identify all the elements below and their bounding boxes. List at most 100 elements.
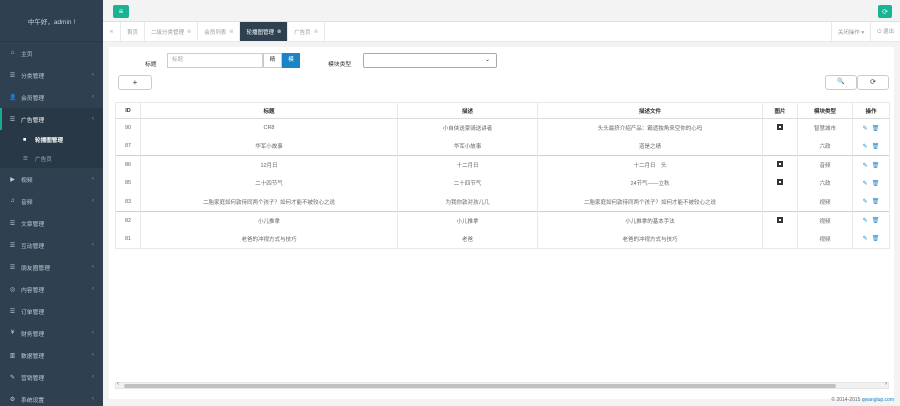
cell-image [762,174,798,193]
sidebar-item-video[interactable]: ▶ 视频 ‹ [0,168,103,190]
footer-link[interactable]: qwanglup.com [862,397,894,403]
column-header[interactable]: 描述文件 [537,102,763,119]
scroll-right-icon[interactable]: › [885,381,887,387]
cell-id: 87 [115,137,141,156]
topbar: ≡ ⟳ [103,0,900,22]
table-row[interactable]: 85 二十四节气 二十四节气 24节气——立秋 六政 ✎ 🗑 [115,174,890,193]
close-icon[interactable]: ⊗ [277,29,281,35]
tab-1[interactable]: 二级分类管理 ⊗ [145,22,199,41]
table-row[interactable]: 82 小儿推拿 小儿推拿 小儿推拿的基本手法 视频 ✎ 🗑 [115,210,890,230]
sidebar-item-finance[interactable]: ¥ 财务管理 ‹ [0,322,103,344]
edit-icon[interactable]: ✎ [863,126,868,132]
title-input[interactable]: 标题 [167,53,263,68]
image-icon[interactable] [777,161,783,167]
edit-icon[interactable]: ✎ [863,218,868,224]
submenu-item-0[interactable]: ■ 轮播图管理 [0,130,103,149]
cell-file: 头头最挤介绍产品：霸遗独角来空你的心吗 [537,118,763,137]
exact-search-button[interactable]: 精 [263,53,282,68]
image-icon[interactable] [777,179,783,186]
tab-4[interactable]: 广告页 ⊗ [288,22,325,41]
submenu-item-label: 广告页 [35,156,52,163]
horizontal-scrollbar[interactable]: ‹ › [115,381,889,389]
chevron-left-icon: ‹ [92,72,94,78]
refresh-icon: ⟳ [882,9,888,16]
column-header[interactable]: 标题 [140,102,398,119]
sidebar-item-settings[interactable]: ⚙ 系统设置 ‹ [0,388,103,406]
sidebar-item-interact[interactable]: ☰ 互动管理 ‹ [0,234,103,256]
image-icon[interactable] [777,216,783,223]
table-search-button[interactable]: 🔍 [825,75,857,90]
delete-icon[interactable]: 🗑 [872,181,880,187]
sidebar-item-audio[interactable]: ♫ 音频 ‹ [0,190,103,212]
table-row[interactable]: 90 CR8 小自侠送豪骑送讲者 头头最挤介绍产品：霸遗独角来空你的心吗 智慧城市 ✎ 🗑 [115,118,890,137]
refresh-page-button[interactable]: ⟳ [878,5,892,18]
edit-icon[interactable]: ✎ [863,199,868,205]
logout-button[interactable]: ⏻ 退出 [870,22,900,41]
close-icon[interactable]: ⊗ [187,29,191,35]
edit-icon[interactable]: ✎ [863,144,868,150]
image-icon[interactable] [777,124,783,130]
delete-icon[interactable]: 🗑 [872,199,880,205]
edit-icon[interactable]: ✎ [863,181,868,187]
submenu: ■ 轮播图管理 ☰ 广告页 [0,130,103,168]
sidebar-item-label: 文章管理 [21,221,45,228]
cell-actions: ✎ 🗑 [852,137,890,156]
table-row[interactable]: 83 二胎家庭如何敦待同两个孩子？如何才能不被较心之说 为我你敦对孩儿几 二胎家庭如何… [115,192,890,211]
table-row[interactable]: 87 华军小故事 华军小故事 道是之绩 六政 ✎ 🗑 [115,137,890,156]
table-row[interactable]: 86 12月日 十二月日 十二月日 头音频 ✎ 🗑 [115,155,890,174]
table-refresh-button[interactable]: ⟳ [857,75,889,90]
data-table: ID 标题 描述 描述文件 图片 模块类型 操作 90 CR8 小自侠送豪骑送讲者 头头最挤介绍产… [115,102,890,249]
submenu-item-label: 轮播图管理 [35,137,63,144]
cell-image [762,137,798,156]
sidebar-item-label: 财务管理 [21,331,45,338]
sidebar-item-article[interactable]: ☰ 文章管理 [0,212,103,234]
delete-icon[interactable]: 🗑 [872,126,880,132]
sidebar-item-ad[interactable]: ☰ 广告管理 ‹ [0,108,103,130]
column-header[interactable]: 描述 [397,102,538,119]
moments-icon: ☰ [9,264,16,271]
table-row[interactable]: 81 老爸的冲视方式与技巧 老爸 老爸的冲视方式与技巧 视频 ✎ 🗑 [115,229,890,249]
sidebar-item-moments[interactable]: ☰ 朋友圈管理 ‹ [0,256,103,278]
sidebar-item-label: 互动管理 [21,243,45,250]
tab-3[interactable]: 轮播图管理 ⊗ [240,22,289,41]
tab-0[interactable]: 首页 [121,22,146,41]
delete-icon[interactable]: 🗑 [872,144,880,150]
close-icon[interactable]: ⊗ [314,29,318,35]
sidebar-item-marketing[interactable]: ✎ 营销管理 ‹ [0,366,103,388]
column-header[interactable]: 操作 [852,102,890,119]
delete-icon[interactable]: 🗑 [872,218,880,224]
close-icon[interactable]: ⊗ [229,29,233,35]
cell-type: 音频 [797,155,853,174]
delete-icon[interactable]: 🗑 [872,236,880,242]
cell-image [762,229,798,249]
sidebar-item-label: 数据管理 [21,353,45,360]
user-greeting: 中午好，admin ! [0,0,103,42]
column-header[interactable]: 图片 [762,102,798,119]
fuzzy-search-button[interactable]: 模 [282,53,300,68]
column-header[interactable]: 模块类型 [797,102,853,119]
scroll-left-icon[interactable]: ‹ [117,381,119,387]
edit-icon[interactable]: ✎ [863,236,868,242]
module-type-select[interactable]: ⌄ [363,53,497,68]
menu-toggle-button[interactable]: ≡ [113,5,129,18]
tabs-bar: « 首页 二级分类管理 ⊗ 会员列表 ⊗ 轮播图管理 ⊗ 广告页 ⊗ 关闭操作 ▾ ⏻ 退出 [103,22,900,42]
cell-desc: 十二月日 [397,155,538,174]
tab-2[interactable]: 会员列表 ⊗ [198,22,241,41]
sidebar-item-home[interactable]: ⌂ 主页 [0,42,103,64]
sidebar-item-data[interactable]: ▥ 数据管理 ‹ [0,344,103,366]
sidebar-item-order[interactable]: ☰ 订单管理 [0,300,103,322]
tab-label: 轮播图管理 [246,29,274,36]
sidebar-item-user[interactable]: 👤 会员管理 ‹ [0,86,103,108]
tabs-back-button[interactable]: « [103,22,121,41]
scrollbar-thumb[interactable] [124,384,836,388]
close-operations-menu[interactable]: 关闭操作 ▾ [830,22,870,41]
submenu-item-1[interactable]: ☰ 广告页 [0,149,103,168]
edit-icon[interactable]: ✎ [863,163,868,169]
sidebar-item-content[interactable]: ◎ 内容管理 ‹ [0,278,103,300]
add-button[interactable]: + [118,75,152,90]
sidebar-item-list[interactable]: ☰ 分类管理 ‹ [0,64,103,86]
cell-desc: 华军小故事 [397,137,538,156]
column-header[interactable]: ID [115,102,141,119]
delete-icon[interactable]: 🗑 [872,163,880,169]
cell-id: 86 [115,155,141,174]
